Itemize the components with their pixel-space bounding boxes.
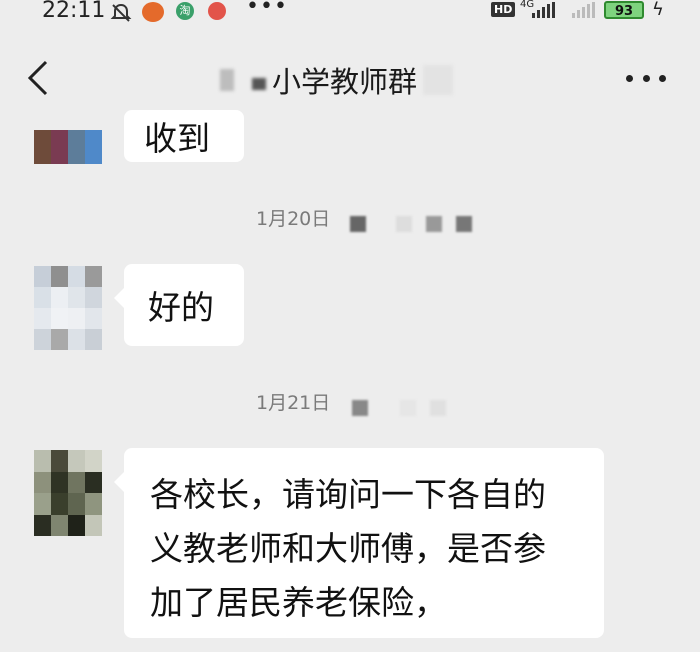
back-button[interactable] xyxy=(24,58,54,98)
redacted-block xyxy=(352,400,369,416)
redacted-block xyxy=(423,65,454,95)
message-bubble[interactable]: 好的 xyxy=(114,264,244,346)
avatar[interactable] xyxy=(34,266,102,350)
message-bubble[interactable]: 各校长，请询问一下各自的 义教老师和大师傅，是否参 加了居民养老保险， xyxy=(114,448,604,638)
dot xyxy=(659,74,666,82)
chat-header: 小学教师群 xyxy=(0,40,700,120)
chevron-left-icon xyxy=(27,60,48,96)
charging-bolt-icon: ϟ xyxy=(652,0,664,20)
redacted-block xyxy=(350,216,367,232)
status-bar: 22:11 淘 ••• HD 4G 93 ϟ xyxy=(0,0,700,26)
chat-title: 小学教师群 xyxy=(272,65,418,99)
timestamp: 1月21日 xyxy=(256,391,331,414)
message-text-line: 加了居民养老保险， xyxy=(150,583,447,622)
avatar[interactable] xyxy=(34,450,102,536)
app-icon xyxy=(142,2,164,22)
hd-badge: HD xyxy=(491,2,516,17)
redacted-block xyxy=(400,400,417,416)
status-time: 22:11 xyxy=(42,0,106,23)
message-text: 收到 xyxy=(144,119,210,158)
redacted-block xyxy=(430,400,447,416)
redacted-block xyxy=(252,78,266,90)
taobao-icon: 淘 xyxy=(176,2,194,20)
signal-icon xyxy=(532,2,555,18)
app-icon xyxy=(208,2,226,20)
dot xyxy=(626,74,633,82)
timestamp: 1月20日 xyxy=(256,207,331,230)
redacted-block xyxy=(396,216,413,232)
message-text-line: 义教老师和大师傅，是否参 xyxy=(150,529,546,568)
battery-icon: 93 xyxy=(604,1,644,19)
bell-muted-icon xyxy=(110,2,132,22)
timestamp-row: 1月21日 xyxy=(256,386,447,416)
message-text: 好的 xyxy=(148,288,214,327)
more-options-button[interactable] xyxy=(626,60,666,96)
redacted-block xyxy=(220,69,234,91)
timestamp-row: 1月20日 xyxy=(256,202,473,232)
more-dots-icon: ••• xyxy=(246,0,288,19)
dot xyxy=(642,74,650,82)
avatar[interactable] xyxy=(34,130,102,164)
signal-icon xyxy=(572,2,595,18)
chat-title-wrap: 小学教师群 xyxy=(220,60,454,100)
message-text-line: 各校长，请询问一下各自的 xyxy=(150,475,546,514)
redacted-block xyxy=(426,216,443,232)
message-bubble[interactable]: 收到 xyxy=(124,110,244,162)
redacted-block xyxy=(456,216,473,232)
